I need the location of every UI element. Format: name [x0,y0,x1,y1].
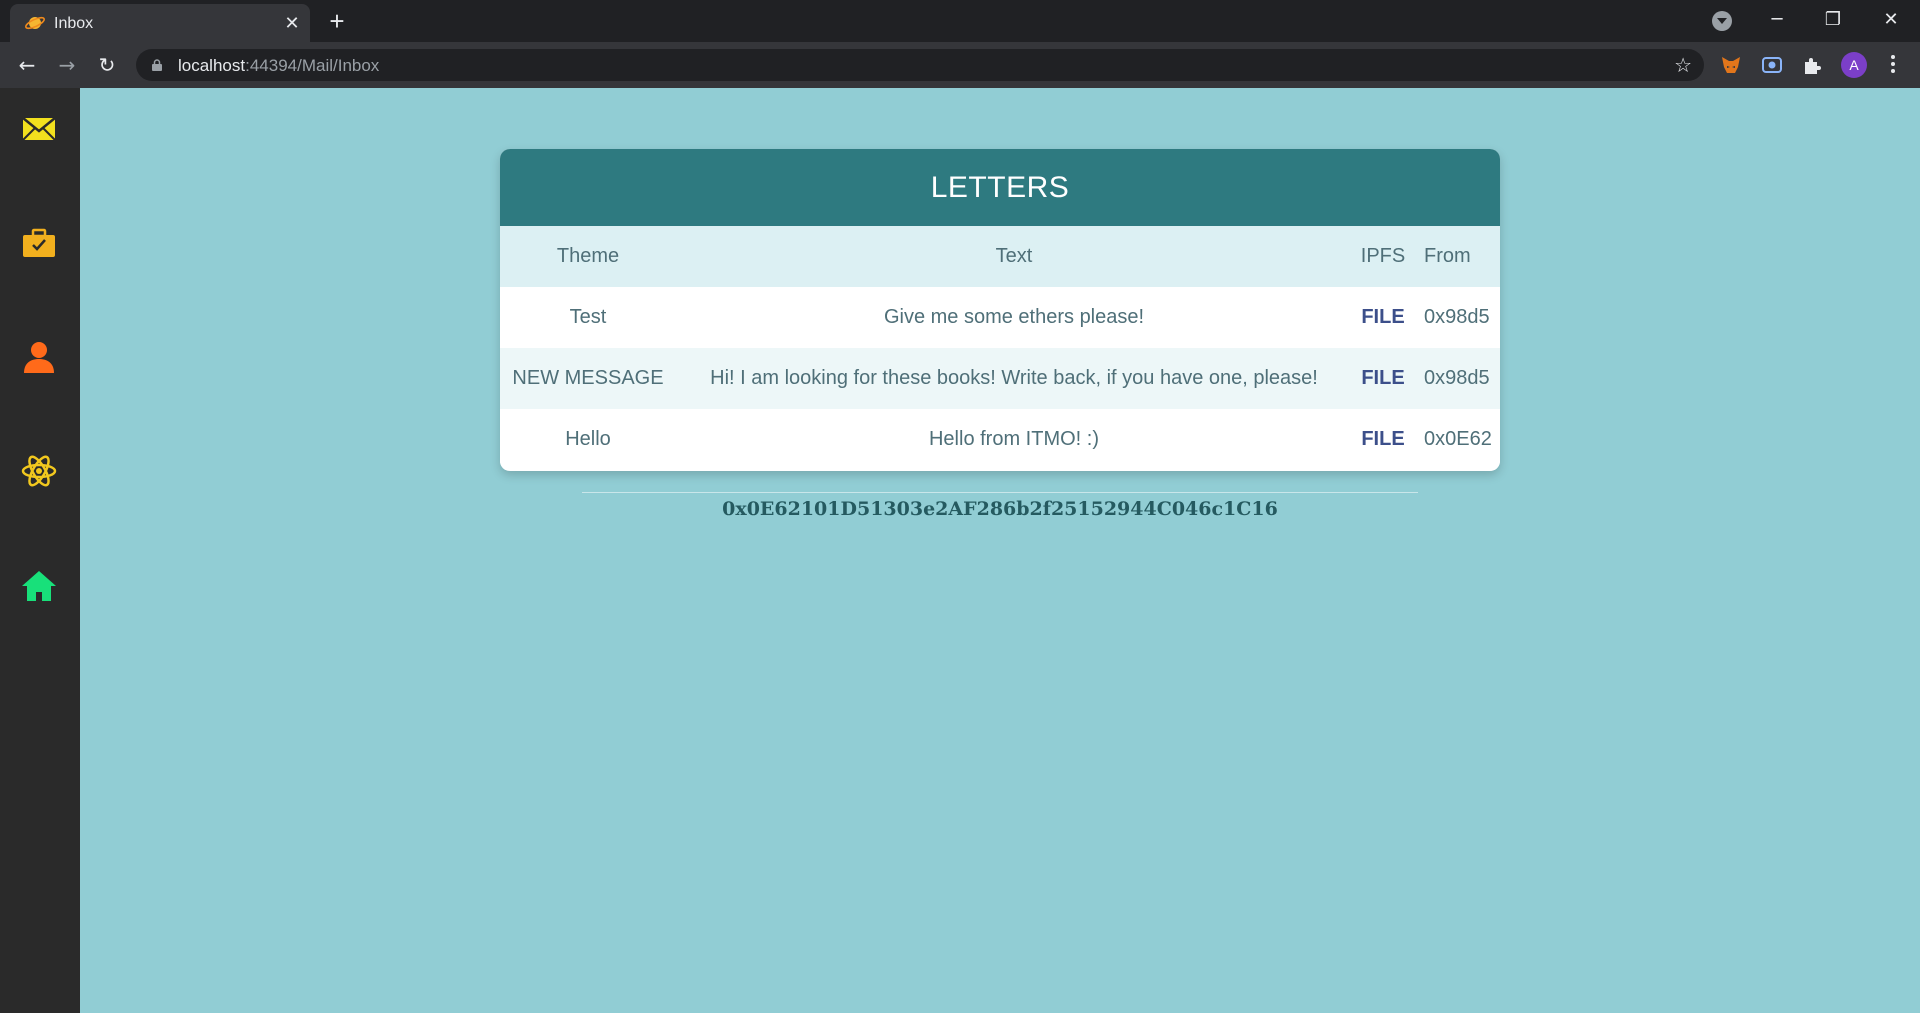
planet-favicon-icon [25,16,45,30]
account-address: 0x0E62101D51303e2AF286b2f25152944C046c1C… [722,498,1278,520]
cell-text: Give me some ethers please! [883,306,1145,328]
cell-theme: Test [569,306,607,328]
atom-icon[interactable] [20,452,58,490]
address-bar[interactable]: localhost:44394/Mail/Inbox ☆ [136,49,1704,81]
forward-button[interactable]: → [52,50,82,80]
column-header-text: Text [995,245,1033,267]
restore-button[interactable]: ❐ [1813,6,1853,34]
table-row: Test Give me some ethers please! FILE 0x… [500,287,1500,348]
briefcase-icon[interactable] [20,225,58,263]
minimize-button[interactable]: ─ [1757,6,1797,34]
column-header-from: From [1424,245,1471,267]
user-icon[interactable] [20,338,58,376]
letters-card: LETTERS Theme Text IPFS From Test Give m… [500,149,1500,471]
table-row: NEW MESSAGE Hi! I am looking for these b… [500,348,1500,409]
divider [582,492,1418,493]
column-header-theme: Theme [556,245,620,267]
screen-capture-extension-icon[interactable] [1761,54,1783,76]
cell-from: 0x98d5 [1424,367,1490,389]
close-window-button[interactable]: ✕ [1871,6,1911,34]
cell-text: Hello from ITMO! :) [928,428,1099,450]
letters-title: LETTERS [500,149,1500,226]
browser-titlebar: Inbox ✕ + ─ ❐ ✕ [0,0,1920,42]
column-header-ipfs: IPFS [1360,245,1406,267]
back-button[interactable]: ← [12,50,42,80]
file-link[interactable]: FILE [1352,287,1414,348]
browser-menu-icon[interactable] [1888,53,1898,77]
url-text[interactable]: localhost:44394/Mail/Inbox [178,56,379,76]
cell-theme: NEW MESSAGE [512,367,664,389]
cell-from: 0x98d5 [1424,306,1490,328]
puzzle-extensions-icon[interactable] [1801,54,1823,76]
url-host: localhost [178,56,246,75]
tab-close-icon[interactable]: ✕ [282,13,302,33]
profile-avatar[interactable]: A [1841,52,1867,78]
cell-from: 0x0E62 [1424,428,1492,450]
reload-button[interactable]: ↻ [92,50,122,80]
browser-toolbar: ← → ↻ localhost:44394/Mail/Inbox ☆ A [0,42,1920,88]
browser-tab-inbox[interactable]: Inbox ✕ [10,4,310,42]
file-link[interactable]: FILE [1352,409,1414,470]
table-header-row: Theme Text IPFS From [500,226,1500,287]
bookmark-star-icon[interactable]: ☆ [1674,54,1692,76]
url-path: :44394/Mail/Inbox [245,56,380,75]
app-sidebar [0,88,80,1013]
table-row: Hello Hello from ITMO! :) FILE 0x0E62 [500,409,1500,470]
tab-search-icon[interactable] [1712,11,1732,31]
file-link[interactable]: FILE [1352,348,1414,409]
letters-table: Theme Text IPFS From Test Give me some e… [500,226,1500,470]
lock-icon [152,59,162,71]
new-tab-button[interactable]: + [323,8,351,34]
mail-icon[interactable] [20,110,58,148]
cell-text: Hi! I am looking for these books! Write … [710,367,1318,389]
home-icon[interactable] [20,567,58,605]
cell-theme: Hello [565,428,611,450]
tab-title: Inbox [54,15,94,32]
metamask-fox-icon[interactable] [1720,54,1742,76]
